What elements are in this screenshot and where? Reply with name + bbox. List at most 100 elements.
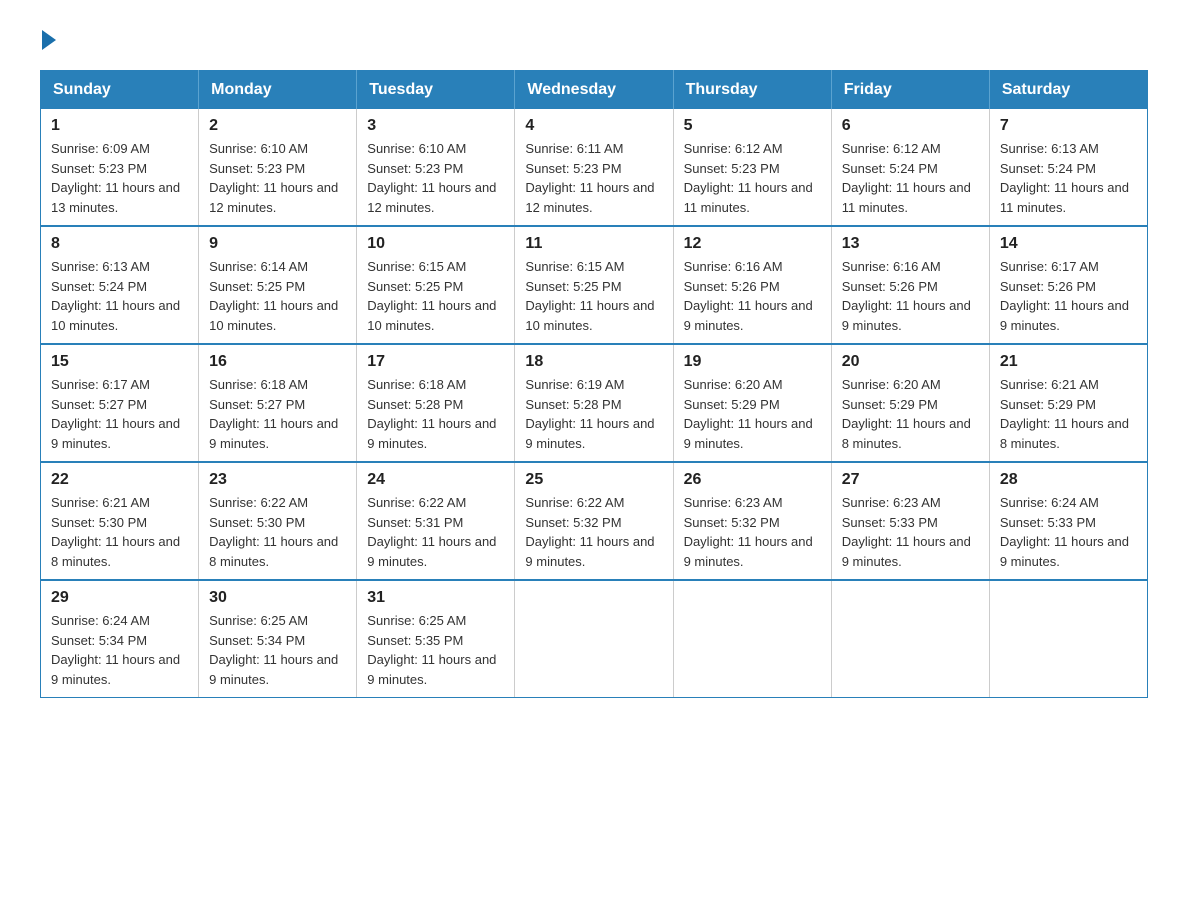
day-info: Sunrise: 6:20 AMSunset: 5:29 PMDaylight:…	[684, 377, 813, 451]
calendar-day-cell	[515, 580, 673, 698]
weekday-header-sunday: Sunday	[41, 71, 199, 110]
day-number: 29	[51, 589, 188, 607]
day-number: 6	[842, 117, 979, 135]
day-info: Sunrise: 6:22 AMSunset: 5:32 PMDaylight:…	[525, 495, 654, 569]
calendar-day-cell: 23 Sunrise: 6:22 AMSunset: 5:30 PMDaylig…	[199, 462, 357, 580]
calendar-day-cell: 17 Sunrise: 6:18 AMSunset: 5:28 PMDaylig…	[357, 344, 515, 462]
day-info: Sunrise: 6:15 AMSunset: 5:25 PMDaylight:…	[367, 259, 496, 333]
calendar-day-cell: 19 Sunrise: 6:20 AMSunset: 5:29 PMDaylig…	[673, 344, 831, 462]
day-info: Sunrise: 6:17 AMSunset: 5:26 PMDaylight:…	[1000, 259, 1129, 333]
day-info: Sunrise: 6:16 AMSunset: 5:26 PMDaylight:…	[842, 259, 971, 333]
calendar-week-row: 1 Sunrise: 6:09 AMSunset: 5:23 PMDayligh…	[41, 109, 1148, 226]
weekday-header-friday: Friday	[831, 71, 989, 110]
day-number: 17	[367, 353, 504, 371]
day-info: Sunrise: 6:15 AMSunset: 5:25 PMDaylight:…	[525, 259, 654, 333]
day-number: 21	[1000, 353, 1137, 371]
calendar-day-cell	[673, 580, 831, 698]
day-number: 13	[842, 235, 979, 253]
day-info: Sunrise: 6:23 AMSunset: 5:32 PMDaylight:…	[684, 495, 813, 569]
day-number: 22	[51, 471, 188, 489]
day-info: Sunrise: 6:12 AMSunset: 5:24 PMDaylight:…	[842, 141, 971, 215]
calendar-week-row: 22 Sunrise: 6:21 AMSunset: 5:30 PMDaylig…	[41, 462, 1148, 580]
day-info: Sunrise: 6:20 AMSunset: 5:29 PMDaylight:…	[842, 377, 971, 451]
calendar-week-row: 29 Sunrise: 6:24 AMSunset: 5:34 PMDaylig…	[41, 580, 1148, 698]
calendar-day-cell: 10 Sunrise: 6:15 AMSunset: 5:25 PMDaylig…	[357, 226, 515, 344]
calendar-day-cell: 2 Sunrise: 6:10 AMSunset: 5:23 PMDayligh…	[199, 109, 357, 226]
calendar-day-cell	[831, 580, 989, 698]
day-info: Sunrise: 6:25 AMSunset: 5:34 PMDaylight:…	[209, 613, 338, 687]
calendar-day-cell: 21 Sunrise: 6:21 AMSunset: 5:29 PMDaylig…	[989, 344, 1147, 462]
day-number: 15	[51, 353, 188, 371]
day-info: Sunrise: 6:13 AMSunset: 5:24 PMDaylight:…	[51, 259, 180, 333]
day-number: 30	[209, 589, 346, 607]
calendar-day-cell: 25 Sunrise: 6:22 AMSunset: 5:32 PMDaylig…	[515, 462, 673, 580]
day-info: Sunrise: 6:24 AMSunset: 5:34 PMDaylight:…	[51, 613, 180, 687]
day-info: Sunrise: 6:18 AMSunset: 5:28 PMDaylight:…	[367, 377, 496, 451]
day-number: 16	[209, 353, 346, 371]
calendar-day-cell: 16 Sunrise: 6:18 AMSunset: 5:27 PMDaylig…	[199, 344, 357, 462]
day-info: Sunrise: 6:17 AMSunset: 5:27 PMDaylight:…	[51, 377, 180, 451]
day-number: 10	[367, 235, 504, 253]
day-info: Sunrise: 6:11 AMSunset: 5:23 PMDaylight:…	[525, 141, 654, 215]
page-header	[40, 30, 1148, 50]
day-number: 27	[842, 471, 979, 489]
day-number: 9	[209, 235, 346, 253]
day-number: 25	[525, 471, 662, 489]
calendar-week-row: 8 Sunrise: 6:13 AMSunset: 5:24 PMDayligh…	[41, 226, 1148, 344]
weekday-header-saturday: Saturday	[989, 71, 1147, 110]
calendar-day-cell: 31 Sunrise: 6:25 AMSunset: 5:35 PMDaylig…	[357, 580, 515, 698]
calendar-day-cell: 9 Sunrise: 6:14 AMSunset: 5:25 PMDayligh…	[199, 226, 357, 344]
day-info: Sunrise: 6:14 AMSunset: 5:25 PMDaylight:…	[209, 259, 338, 333]
day-info: Sunrise: 6:10 AMSunset: 5:23 PMDaylight:…	[367, 141, 496, 215]
calendar-week-row: 15 Sunrise: 6:17 AMSunset: 5:27 PMDaylig…	[41, 344, 1148, 462]
calendar-day-cell: 3 Sunrise: 6:10 AMSunset: 5:23 PMDayligh…	[357, 109, 515, 226]
weekday-header-wednesday: Wednesday	[515, 71, 673, 110]
weekday-header-tuesday: Tuesday	[357, 71, 515, 110]
day-info: Sunrise: 6:09 AMSunset: 5:23 PMDaylight:…	[51, 141, 180, 215]
calendar-day-cell: 7 Sunrise: 6:13 AMSunset: 5:24 PMDayligh…	[989, 109, 1147, 226]
day-info: Sunrise: 6:23 AMSunset: 5:33 PMDaylight:…	[842, 495, 971, 569]
day-number: 12	[684, 235, 821, 253]
day-info: Sunrise: 6:10 AMSunset: 5:23 PMDaylight:…	[209, 141, 338, 215]
day-number: 23	[209, 471, 346, 489]
calendar-day-cell: 30 Sunrise: 6:25 AMSunset: 5:34 PMDaylig…	[199, 580, 357, 698]
calendar-day-cell: 6 Sunrise: 6:12 AMSunset: 5:24 PMDayligh…	[831, 109, 989, 226]
day-info: Sunrise: 6:12 AMSunset: 5:23 PMDaylight:…	[684, 141, 813, 215]
calendar-day-cell: 1 Sunrise: 6:09 AMSunset: 5:23 PMDayligh…	[41, 109, 199, 226]
calendar-day-cell: 28 Sunrise: 6:24 AMSunset: 5:33 PMDaylig…	[989, 462, 1147, 580]
calendar-header: SundayMondayTuesdayWednesdayThursdayFrid…	[41, 71, 1148, 110]
calendar-day-cell: 11 Sunrise: 6:15 AMSunset: 5:25 PMDaylig…	[515, 226, 673, 344]
weekday-header-thursday: Thursday	[673, 71, 831, 110]
calendar-day-cell: 24 Sunrise: 6:22 AMSunset: 5:31 PMDaylig…	[357, 462, 515, 580]
day-number: 26	[684, 471, 821, 489]
day-info: Sunrise: 6:22 AMSunset: 5:31 PMDaylight:…	[367, 495, 496, 569]
calendar-day-cell: 22 Sunrise: 6:21 AMSunset: 5:30 PMDaylig…	[41, 462, 199, 580]
day-info: Sunrise: 6:19 AMSunset: 5:28 PMDaylight:…	[525, 377, 654, 451]
day-info: Sunrise: 6:22 AMSunset: 5:30 PMDaylight:…	[209, 495, 338, 569]
day-info: Sunrise: 6:24 AMSunset: 5:33 PMDaylight:…	[1000, 495, 1129, 569]
day-number: 31	[367, 589, 504, 607]
day-number: 4	[525, 117, 662, 135]
calendar-day-cell: 12 Sunrise: 6:16 AMSunset: 5:26 PMDaylig…	[673, 226, 831, 344]
calendar-day-cell: 15 Sunrise: 6:17 AMSunset: 5:27 PMDaylig…	[41, 344, 199, 462]
day-number: 20	[842, 353, 979, 371]
day-info: Sunrise: 6:21 AMSunset: 5:29 PMDaylight:…	[1000, 377, 1129, 451]
logo	[40, 30, 58, 50]
calendar-day-cell: 5 Sunrise: 6:12 AMSunset: 5:23 PMDayligh…	[673, 109, 831, 226]
calendar-day-cell: 26 Sunrise: 6:23 AMSunset: 5:32 PMDaylig…	[673, 462, 831, 580]
day-number: 8	[51, 235, 188, 253]
day-info: Sunrise: 6:13 AMSunset: 5:24 PMDaylight:…	[1000, 141, 1129, 215]
calendar-body: 1 Sunrise: 6:09 AMSunset: 5:23 PMDayligh…	[41, 109, 1148, 698]
day-number: 3	[367, 117, 504, 135]
day-info: Sunrise: 6:25 AMSunset: 5:35 PMDaylight:…	[367, 613, 496, 687]
day-number: 18	[525, 353, 662, 371]
calendar-day-cell: 29 Sunrise: 6:24 AMSunset: 5:34 PMDaylig…	[41, 580, 199, 698]
day-number: 7	[1000, 117, 1137, 135]
day-number: 1	[51, 117, 188, 135]
logo-arrow-icon	[42, 30, 56, 50]
day-info: Sunrise: 6:18 AMSunset: 5:27 PMDaylight:…	[209, 377, 338, 451]
calendar-day-cell: 13 Sunrise: 6:16 AMSunset: 5:26 PMDaylig…	[831, 226, 989, 344]
calendar-table: SundayMondayTuesdayWednesdayThursdayFrid…	[40, 70, 1148, 698]
calendar-day-cell: 8 Sunrise: 6:13 AMSunset: 5:24 PMDayligh…	[41, 226, 199, 344]
day-info: Sunrise: 6:16 AMSunset: 5:26 PMDaylight:…	[684, 259, 813, 333]
